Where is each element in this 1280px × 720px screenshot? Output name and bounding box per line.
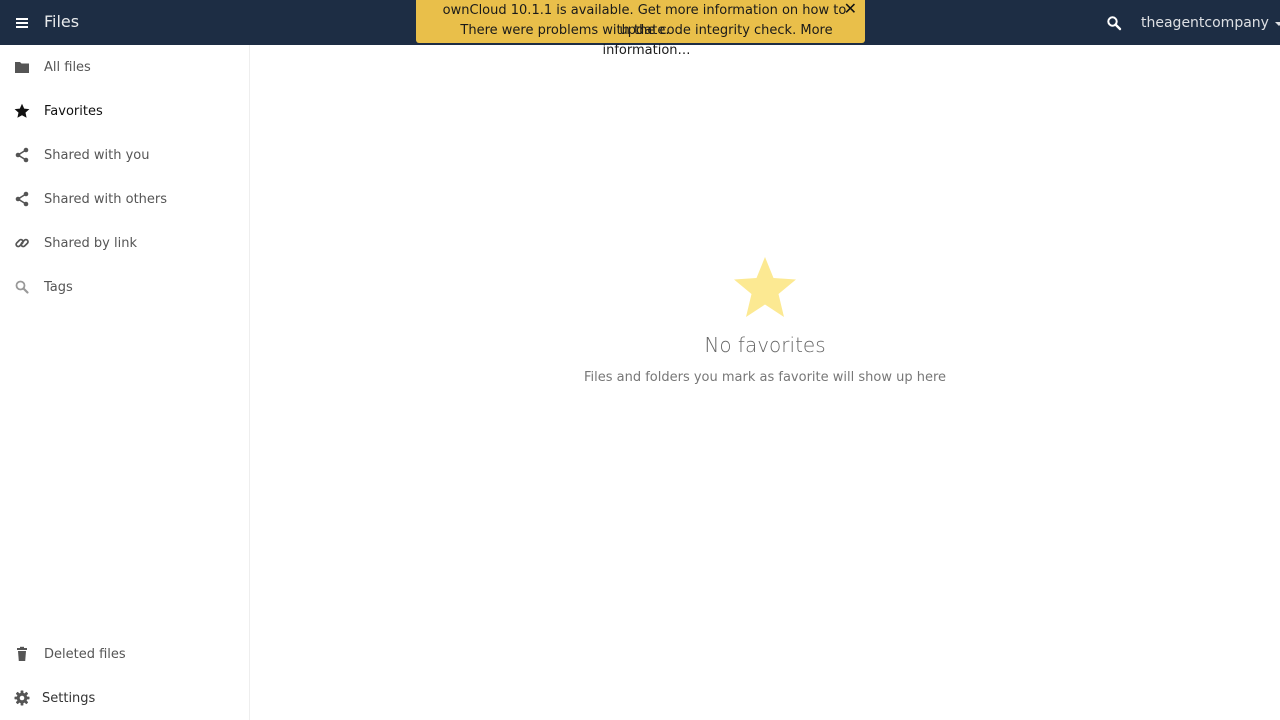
sidebar-item-all-files[interactable]: All files [0, 45, 249, 89]
username-label: theagentcompany [1141, 15, 1269, 31]
empty-hint: Files and folders you mark as favorite w… [583, 370, 947, 385]
sidebar-item-label: All files [44, 59, 91, 75]
settings-button[interactable]: Settings [0, 676, 249, 720]
share-icon [14, 147, 30, 163]
sidebar-item-deleted-files[interactable]: Deleted files [0, 632, 249, 676]
search-icon[interactable] [1102, 11, 1126, 35]
update-notification: ownCloud 10.1.1 is available. Get more i… [416, 0, 865, 58]
app-title[interactable]: Files [44, 12, 79, 31]
folder-icon [14, 59, 30, 75]
share-icon [14, 191, 30, 207]
empty-title: No favorites [704, 333, 826, 357]
sidebar-item-shared-by-link[interactable]: Shared by link [0, 221, 249, 265]
trash-icon [14, 646, 30, 662]
star-icon [734, 257, 796, 317]
sidebar-item-shared-with-you[interactable]: Shared with you [0, 133, 249, 177]
sidebar-navigation: All files Favorites Shared with you Shar… [0, 45, 250, 720]
sidebar-item-label: Tags [44, 279, 73, 295]
sidebar-item-tags[interactable]: Tags [0, 265, 249, 309]
link-icon [14, 235, 30, 251]
search-icon [14, 279, 30, 295]
caret-down-icon [1274, 21, 1280, 26]
close-icon[interactable]: ✕ [844, 0, 857, 18]
sidebar-item-label: Shared with others [44, 191, 168, 207]
settings-label: Settings [42, 690, 96, 706]
gear-icon [14, 690, 30, 706]
hamburger-menu-icon[interactable] [10, 11, 34, 35]
user-menu[interactable]: theagentcompany [1141, 13, 1280, 33]
empty-content: No favorites Files and folders you mark … [250, 255, 1280, 385]
star-icon [14, 103, 30, 119]
sidebar-item-label: Shared by link [44, 235, 137, 251]
sidebar-item-favorites[interactable]: Favorites [0, 89, 249, 133]
sidebar-item-label: Deleted files [44, 646, 126, 662]
sidebar-item-shared-with-others[interactable]: Shared with others [0, 177, 249, 221]
sidebar-item-label: Shared with you [44, 147, 150, 163]
sidebar-item-label: Favorites [44, 103, 103, 119]
integrity-check-link[interactable]: There were problems with the code integr… [428, 21, 865, 61]
